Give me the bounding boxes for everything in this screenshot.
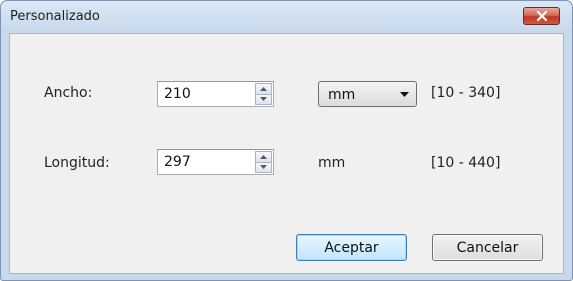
- width-spinbox[interactable]: 210: [157, 81, 274, 107]
- length-label: Longitud:: [44, 155, 110, 171]
- length-input[interactable]: 297: [164, 154, 191, 170]
- width-input[interactable]: 210: [164, 86, 191, 102]
- close-icon: [536, 11, 547, 21]
- title-bar[interactable]: Personalizado: [1, 1, 572, 33]
- chevron-down-icon: [400, 92, 409, 97]
- dialog-title: Personalizado: [10, 9, 100, 24]
- unit-dropdown-value: mm: [328, 87, 356, 103]
- spin-down-icon: [260, 97, 267, 102]
- unit-dropdown[interactable]: mm: [318, 81, 417, 107]
- spin-up-icon: [260, 86, 267, 91]
- length-spin-buttons: [255, 151, 272, 173]
- accept-button[interactable]: Aceptar: [296, 234, 407, 261]
- width-spin-buttons: [255, 83, 272, 105]
- dialog-window: Personalizado Ancho: 210 mm [10 - 340] L…: [0, 0, 573, 281]
- length-unit-text: mm: [318, 155, 346, 171]
- dialog-content: Ancho: 210 mm [10 - 340] Longitud: 297 m…: [9, 33, 564, 274]
- close-button[interactable]: [523, 7, 560, 25]
- length-spin-down-button[interactable]: [255, 161, 272, 173]
- length-range-text: [10 - 440]: [431, 155, 501, 171]
- cancel-button[interactable]: Cancelar: [432, 234, 543, 261]
- spin-up-icon: [260, 154, 267, 159]
- width-spin-down-button[interactable]: [255, 93, 272, 105]
- spin-down-icon: [260, 165, 267, 170]
- width-range-text: [10 - 340]: [431, 85, 501, 101]
- length-spinbox[interactable]: 297: [157, 149, 274, 175]
- width-label: Ancho:: [44, 85, 93, 101]
